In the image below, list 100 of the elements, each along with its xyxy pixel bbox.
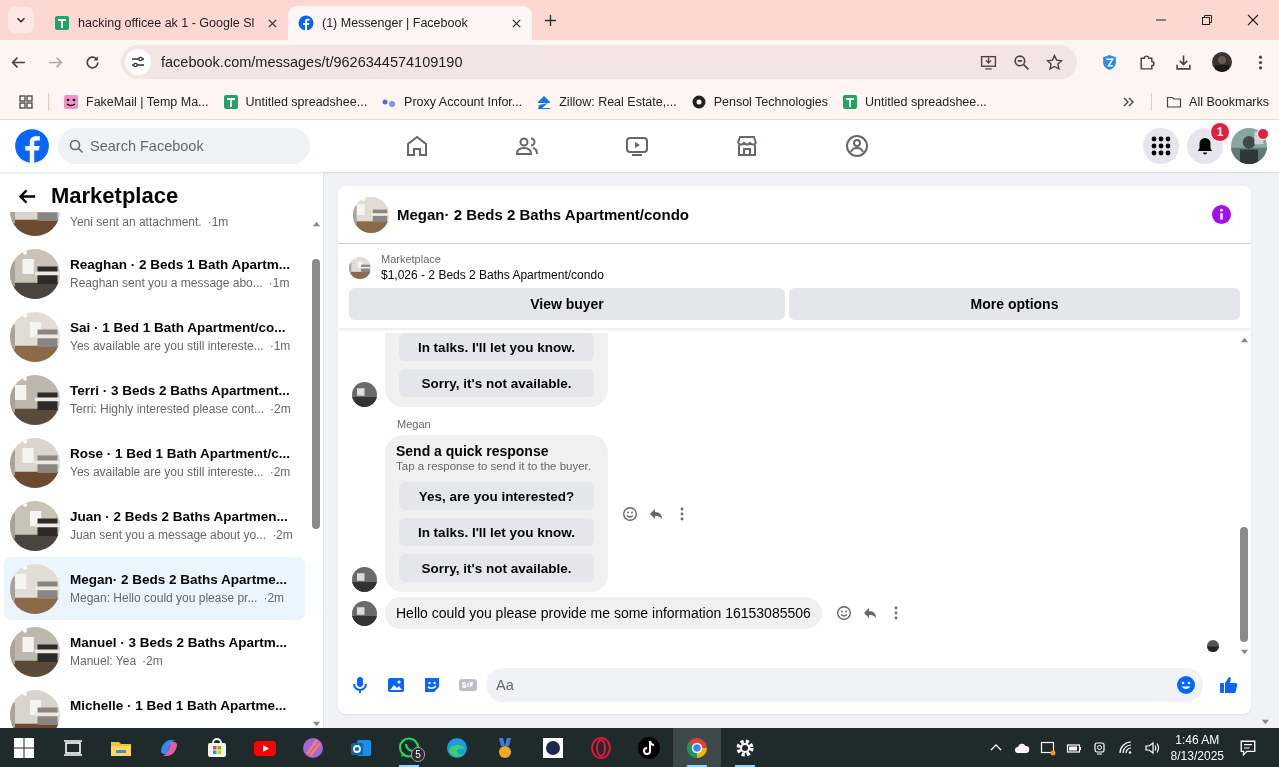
conversation-item[interactable]: Megan· 2 Beds 2 Baths Apartme... Megan: Hello could you please pr... ·2m xyxy=(4,557,305,620)
info-icon[interactable] xyxy=(1212,205,1231,224)
message-time: ·1m xyxy=(269,338,291,353)
sender-name: Megan xyxy=(397,418,432,430)
bookmark[interactable]: Pensol Technologies xyxy=(690,93,829,110)
message-preview: Juan sent you a message about yo... xyxy=(70,527,267,542)
shield-icon[interactable] xyxy=(1101,53,1118,71)
conversation-item[interactable]: Terri · 3 Beds 2 Baths Apartment... Terri: Highly interested please cont... ·2m xyxy=(4,368,305,431)
download-icon[interactable] xyxy=(1175,53,1192,71)
taskbar-app[interactable] xyxy=(673,728,721,767)
bookmark[interactable]: All Bookmarks xyxy=(1166,93,1269,110)
emoji-icon[interactable] xyxy=(1176,675,1196,695)
groups-icon[interactable] xyxy=(845,134,869,158)
url-text: facebook.com/messages/t/9626344574109190 xyxy=(161,54,463,70)
bookmark[interactable]: Zillow: Real Estate,... xyxy=(536,93,677,110)
new-tab-icon[interactable] xyxy=(544,13,557,27)
facebook-logo-icon[interactable] xyxy=(14,128,50,164)
ring-icon xyxy=(589,735,613,760)
close-icon[interactable] xyxy=(1247,14,1259,26)
quick-response-button[interactable]: Yes, are you interested? xyxy=(399,482,594,510)
chat-title: Megan· 2 Beds 2 Baths Apartment/condo xyxy=(397,206,689,223)
microphone-icon[interactable] xyxy=(350,675,370,695)
notifications-button[interactable] xyxy=(1187,128,1223,164)
conversation-title: Rose · 1 Bed 1 Bath Apartment/c... xyxy=(70,444,291,463)
wave-icon xyxy=(445,735,469,760)
smiley-icon xyxy=(63,93,79,110)
quick-response-button[interactable]: In talks. I'll let you know. xyxy=(399,518,594,546)
message-bubble: Hello could you please provide me some information 16153085506 xyxy=(385,597,822,629)
action-button[interactable]: More options xyxy=(789,288,1240,320)
zoom-out-icon[interactable] xyxy=(1013,53,1030,71)
action-button[interactable]: View buyer xyxy=(349,288,785,320)
quick-response-button[interactable]: In talks. I'll let you know. xyxy=(399,333,594,361)
conversation-item[interactable]: Reaghan · 2 Beds 1 Bath Apartm... Reaghan sent you a message abo... ·1m xyxy=(4,242,305,305)
install-icon[interactable] xyxy=(980,53,997,71)
browser-tab[interactable]: hacking officee ak 1 - Google Sl xyxy=(44,6,288,40)
conversation-item[interactable]: Juan · 2 Beds 2 Baths Apartmen... Juan sent you a message about yo... ·2m xyxy=(4,494,305,557)
quick-response-button[interactable]: Sorry, it's not available. xyxy=(399,554,594,582)
start-icon[interactable] xyxy=(12,735,36,760)
conversation-title: Juan · 2 Beds 2 Baths Apartmen... xyxy=(70,507,289,526)
puzzle-icon[interactable] xyxy=(1138,53,1155,71)
close-icon[interactable] xyxy=(511,17,522,29)
store-icon xyxy=(205,735,229,760)
notifications-icon[interactable] xyxy=(1239,738,1257,757)
scroll-up-icon[interactable] xyxy=(311,220,321,229)
star-icon[interactable] xyxy=(1046,53,1063,71)
emoji-icon[interactable] xyxy=(835,605,852,621)
home-icon[interactable] xyxy=(405,134,429,158)
taskbar-app[interactable]: 5 xyxy=(385,728,433,767)
sticker-icon[interactable] xyxy=(422,675,442,695)
emoji-icon[interactable] xyxy=(622,505,638,522)
browser-tab[interactable]: (1) Messenger | Facebook xyxy=(288,6,532,40)
message-preview: Reaghan sent you a message abo... xyxy=(70,275,263,290)
close-icon[interactable] xyxy=(267,17,278,29)
count-badge: 5 xyxy=(411,747,425,762)
conversation-item[interactable]: Sai · 1 Bed 1 Bath Apartment/co... Yes available are you still intereste... ·1m xyxy=(4,305,305,368)
conversation-title: Terri · 3 Beds 2 Baths Apartment... xyxy=(70,381,291,400)
circle-logo-icon xyxy=(690,93,707,110)
conversation-item[interactable]: Manuel · 3 Beds 2 Baths Apartm... Manuel: Yea ·2m xyxy=(4,620,305,683)
video-icon[interactable] xyxy=(625,134,649,158)
image-icon[interactable] xyxy=(386,675,406,695)
grid-icon xyxy=(1151,136,1171,156)
message-time: ·2m xyxy=(263,590,285,605)
menu-button[interactable] xyxy=(1143,128,1179,164)
conversation-title: Manuel · 3 Beds 2 Baths Apartm... xyxy=(70,633,288,652)
notification-badge: 1 xyxy=(1210,122,1230,142)
wifi-icon[interactable] xyxy=(1117,739,1134,756)
camera-icon[interactable] xyxy=(1091,739,1108,756)
search-icon xyxy=(68,138,84,154)
reload-icon[interactable] xyxy=(84,53,101,71)
restore-icon[interactable] xyxy=(1201,14,1213,26)
scrollbar-thumb[interactable] xyxy=(311,259,320,529)
search-field[interactable]: Search Facebook xyxy=(58,128,310,164)
bookmark-label: Pensol Technologies xyxy=(713,94,829,109)
card-subtitle: Tap a response to send it to the buyer. xyxy=(396,460,592,472)
volume-icon[interactable] xyxy=(1143,739,1160,756)
message-field[interactable]: Aa xyxy=(486,668,1203,702)
bookmark[interactable]: Untitled spreadshee... xyxy=(222,93,368,110)
scroll-up-icon[interactable] xyxy=(1239,336,1249,345)
quick-response-button[interactable]: Sorry, it's not available. xyxy=(399,369,594,397)
conversation-item[interactable]: Yeni sent an attachment. ·1m xyxy=(4,212,305,242)
site-info-icon[interactable] xyxy=(125,49,151,75)
conversation-title: Michelle · 1 Bed 1 Bath Apartme... xyxy=(70,696,287,715)
scrollbar-thumb[interactable] xyxy=(1239,527,1248,642)
scroll-down-icon[interactable] xyxy=(1260,717,1270,726)
clock-time: 1:46 AM xyxy=(1175,731,1220,748)
message-time: ·2m xyxy=(272,527,293,542)
shop-icon[interactable] xyxy=(735,134,759,158)
bookmark[interactable]: FakeMail | Temp Ma... xyxy=(63,93,209,110)
conversation-item[interactable]: Rose · 1 Bed 1 Bath Apartment/c... Yes available are you still intereste... ·2m xyxy=(4,431,305,494)
scroll-down-icon[interactable] xyxy=(1239,647,1249,656)
card-title: Send a quick response xyxy=(396,443,550,459)
bookmark[interactable]: Proxy Account Infor... xyxy=(381,93,523,110)
apps-grid-icon[interactable] xyxy=(18,93,34,110)
thumbs-up-icon[interactable] xyxy=(1219,675,1239,695)
tab-search-button[interactable] xyxy=(8,7,34,33)
address-bar[interactable]: facebook.com/messages/t/9626344574109190 xyxy=(121,45,1077,79)
bookmark[interactable]: Untitled spreadshee... xyxy=(842,93,987,110)
listing-label: Marketplace xyxy=(381,253,442,265)
display-icon[interactable] xyxy=(1039,739,1056,756)
clock[interactable]: 1:46 AM 8/13/2025 xyxy=(1170,731,1224,764)
